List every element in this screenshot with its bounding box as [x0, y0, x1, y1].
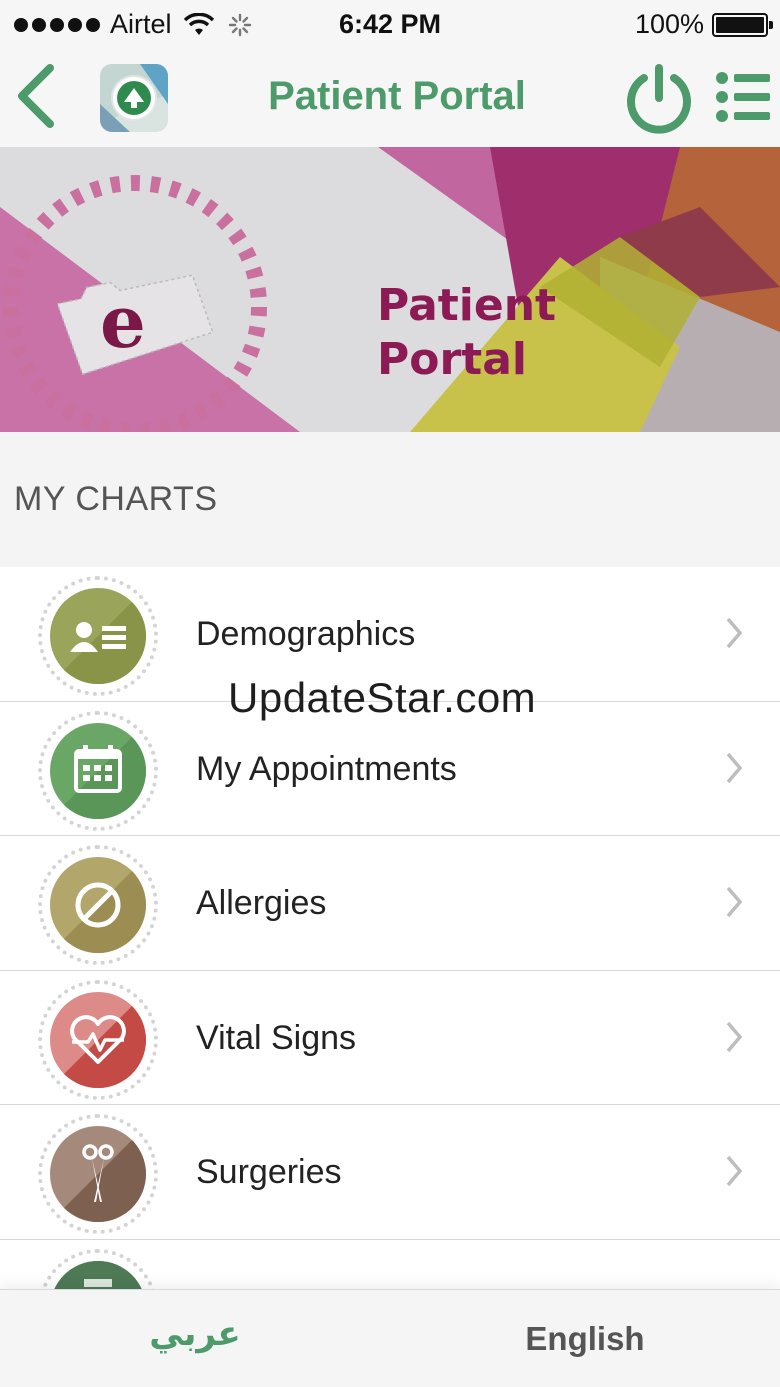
battery-icon [712, 12, 773, 37]
chevron-right-icon [726, 752, 743, 783]
list-item-partial[interactable] [0, 1240, 780, 1290]
banner-title-line2: Portal [377, 334, 527, 385]
language-english-button[interactable]: English [390, 1320, 780, 1358]
banner-title: Patient Portal [377, 279, 556, 387]
list-item-label: Demographics [196, 615, 416, 653]
list-item-label: Allergies [196, 884, 327, 922]
battery-percent: 100% [634, 9, 704, 39]
chevron-right-icon [726, 1021, 743, 1052]
list-item-label: Surgeries [196, 1153, 342, 1191]
list-item-surgeries[interactable]: Surgeries [0, 1105, 780, 1240]
banner-title-line1: Patient [377, 280, 557, 331]
section-header: MY CHARTS [14, 480, 218, 518]
language-arabic-button[interactable]: عربي [0, 1314, 390, 1354]
power-logout-button[interactable] [624, 62, 694, 134]
watermark: UpdateStar.com [228, 674, 537, 721]
banner-emblem-letter: e [100, 279, 146, 364]
list-item-label: My Appointments [196, 749, 457, 788]
menu-list-button[interactable] [714, 68, 772, 126]
prohibited-icon [50, 857, 146, 953]
chevron-right-icon [726, 886, 743, 918]
chevron-right-icon [726, 617, 743, 649]
patient-portal-banner: e Patient Portal [0, 147, 780, 432]
chevron-right-icon [726, 1155, 743, 1187]
scissors-icon [50, 1126, 146, 1222]
list-item-allergies[interactable]: Allergies [0, 836, 780, 971]
language-bar: عربي English [0, 1289, 780, 1387]
calendar-icon [50, 722, 146, 819]
list-item-vital-signs[interactable]: Vital Signs [0, 970, 780, 1105]
list-item-label: Vital Signs [196, 1018, 357, 1057]
navigation-bar: Patient Portal [0, 50, 780, 147]
partial-item-icon [50, 1261, 146, 1290]
heart-pulse-icon [50, 991, 146, 1088]
demographics-id-card-icon [50, 588, 146, 684]
charts-list: Demographics My Appointments Allergies V… [0, 567, 780, 1240]
status-bar: Airtel 6:42 PM 100% [0, 0, 780, 50]
